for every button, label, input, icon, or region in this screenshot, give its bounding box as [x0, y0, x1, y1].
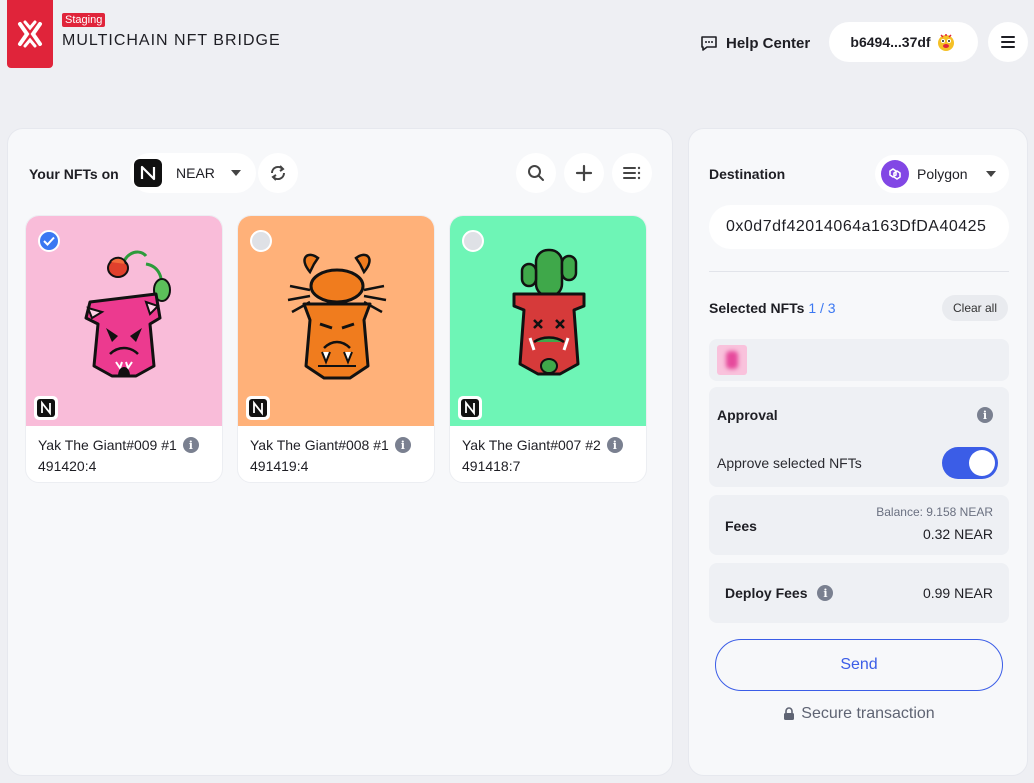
fees-value: 0.32 NEAR [922, 526, 993, 542]
selected-nfts-text: Selected NFTs [709, 300, 805, 316]
nft-select-checkbox[interactable] [462, 230, 484, 252]
send-button[interactable]: Send [715, 639, 1003, 691]
nft-select-checkbox[interactable] [38, 230, 60, 252]
list-icon [623, 166, 641, 180]
nft-token-id: 491419:4 [250, 458, 309, 474]
nft-name: Yak The Giant#009 #1 i [38, 437, 199, 453]
help-center-label: Help Center [726, 34, 811, 52]
destination-chain-select[interactable]: Polygon [875, 155, 1009, 193]
nft-card[interactable]: Yak The Giant#009 #1 i 491420:4 [25, 215, 223, 483]
nft-name-text: Yak The Giant#007 #2 [462, 437, 601, 453]
search-button[interactable] [516, 153, 556, 193]
secure-transaction-label: Secure transaction [801, 705, 935, 722]
check-icon [43, 236, 55, 246]
source-chain-label: NEAR [176, 165, 215, 181]
selected-nfts-strip [709, 339, 1009, 381]
x-logo-icon [18, 20, 42, 48]
destination-chain-label: Polygon [917, 166, 968, 182]
hamburger-icon [1001, 36, 1015, 48]
toggle-knob [969, 450, 995, 476]
selected-nfts-label: Selected NFTs 1 / 3 [709, 300, 836, 316]
info-icon[interactable]: i [606, 437, 623, 453]
near-icon [134, 159, 162, 187]
near-icon [246, 396, 270, 420]
near-icon [34, 396, 58, 420]
nft-card[interactable]: Yak The Giant#008 #1 i 491419:4 [237, 215, 435, 483]
approval-section: Approval i Approve selected NFTs [709, 387, 1009, 487]
refresh-icon [270, 165, 286, 181]
nft-select-checkbox[interactable] [250, 230, 272, 252]
nft-name-text: Yak The Giant#008 #1 [250, 437, 389, 453]
deploy-fees-text: Deploy Fees [725, 585, 808, 601]
deploy-fees-section: Deploy Fees i 0.99 NEAR [709, 563, 1009, 623]
destination-label: Destination [709, 166, 786, 182]
destination-address-input[interactable] [709, 205, 1009, 249]
nft-list-panel: Your NFTs on NEAR Yak The Giant#009 #1 i… [7, 128, 673, 776]
fees-section: Fees Balance: 9.158 NEAR 0.32 NEAR [709, 495, 1009, 555]
wallet-avatar-icon [937, 34, 954, 51]
info-icon[interactable]: i [977, 407, 993, 423]
nft-token-id: 491420:4 [38, 458, 97, 474]
lock-icon [784, 707, 795, 720]
info-icon[interactable]: i [817, 585, 834, 601]
secure-transaction: Secure transaction [689, 705, 1029, 723]
deploy-fees-value: 0.99 NEAR [922, 585, 993, 601]
near-icon [458, 396, 482, 420]
help-center-link[interactable]: Help Center [700, 32, 810, 54]
info-icon[interactable]: i [182, 437, 199, 453]
divider [709, 271, 1009, 272]
deploy-fees-label: Deploy Fees i [725, 585, 834, 601]
header: Staging MULTICHAIN NFT BRIDGE Help Cente… [0, 0, 1034, 80]
plus-icon [575, 164, 593, 182]
approve-toggle[interactable] [942, 447, 998, 479]
refresh-button[interactable] [258, 153, 298, 193]
search-icon [528, 165, 544, 181]
menu-button[interactable] [988, 22, 1028, 62]
add-nft-button[interactable] [564, 153, 604, 193]
wallet-address: b6494...37df [850, 34, 931, 50]
approve-label: Approve selected NFTs [717, 455, 862, 471]
nft-token-id: 491418:7 [462, 458, 521, 474]
balance-text: Balance: 9.158 NEAR [876, 505, 993, 519]
app-title: MULTICHAIN NFT BRIDGE [62, 32, 281, 49]
chat-icon [701, 36, 717, 51]
clear-all-button[interactable]: Clear all [942, 295, 1008, 321]
chevron-down-icon [985, 171, 996, 177]
wallet-button[interactable]: b6494...37df [829, 22, 978, 62]
info-icon[interactable]: i [394, 437, 411, 453]
polygon-icon [881, 160, 909, 188]
chevron-down-icon [230, 170, 241, 176]
transfer-panel: Destination Polygon Selected NFTs 1 / 3 … [688, 128, 1028, 776]
selected-count: 1 / 3 [808, 300, 836, 316]
your-nfts-label: Your NFTs on [29, 166, 119, 182]
xp-logo[interactable] [7, 0, 53, 68]
fees-label: Fees [725, 518, 757, 534]
staging-badge: Staging [62, 13, 106, 27]
selected-nft-thumbnail[interactable] [717, 345, 747, 375]
nft-card[interactable]: Yak The Giant#007 #2 i 491418:7 [449, 215, 647, 483]
nft-name: Yak The Giant#007 #2 i [462, 437, 623, 453]
source-chain-select[interactable]: NEAR [130, 153, 256, 193]
approval-title: Approval [717, 407, 778, 423]
nft-name-text: Yak The Giant#009 #1 [38, 437, 177, 453]
view-toggle-button[interactable] [612, 153, 652, 193]
nft-name: Yak The Giant#008 #1 i [250, 437, 411, 453]
